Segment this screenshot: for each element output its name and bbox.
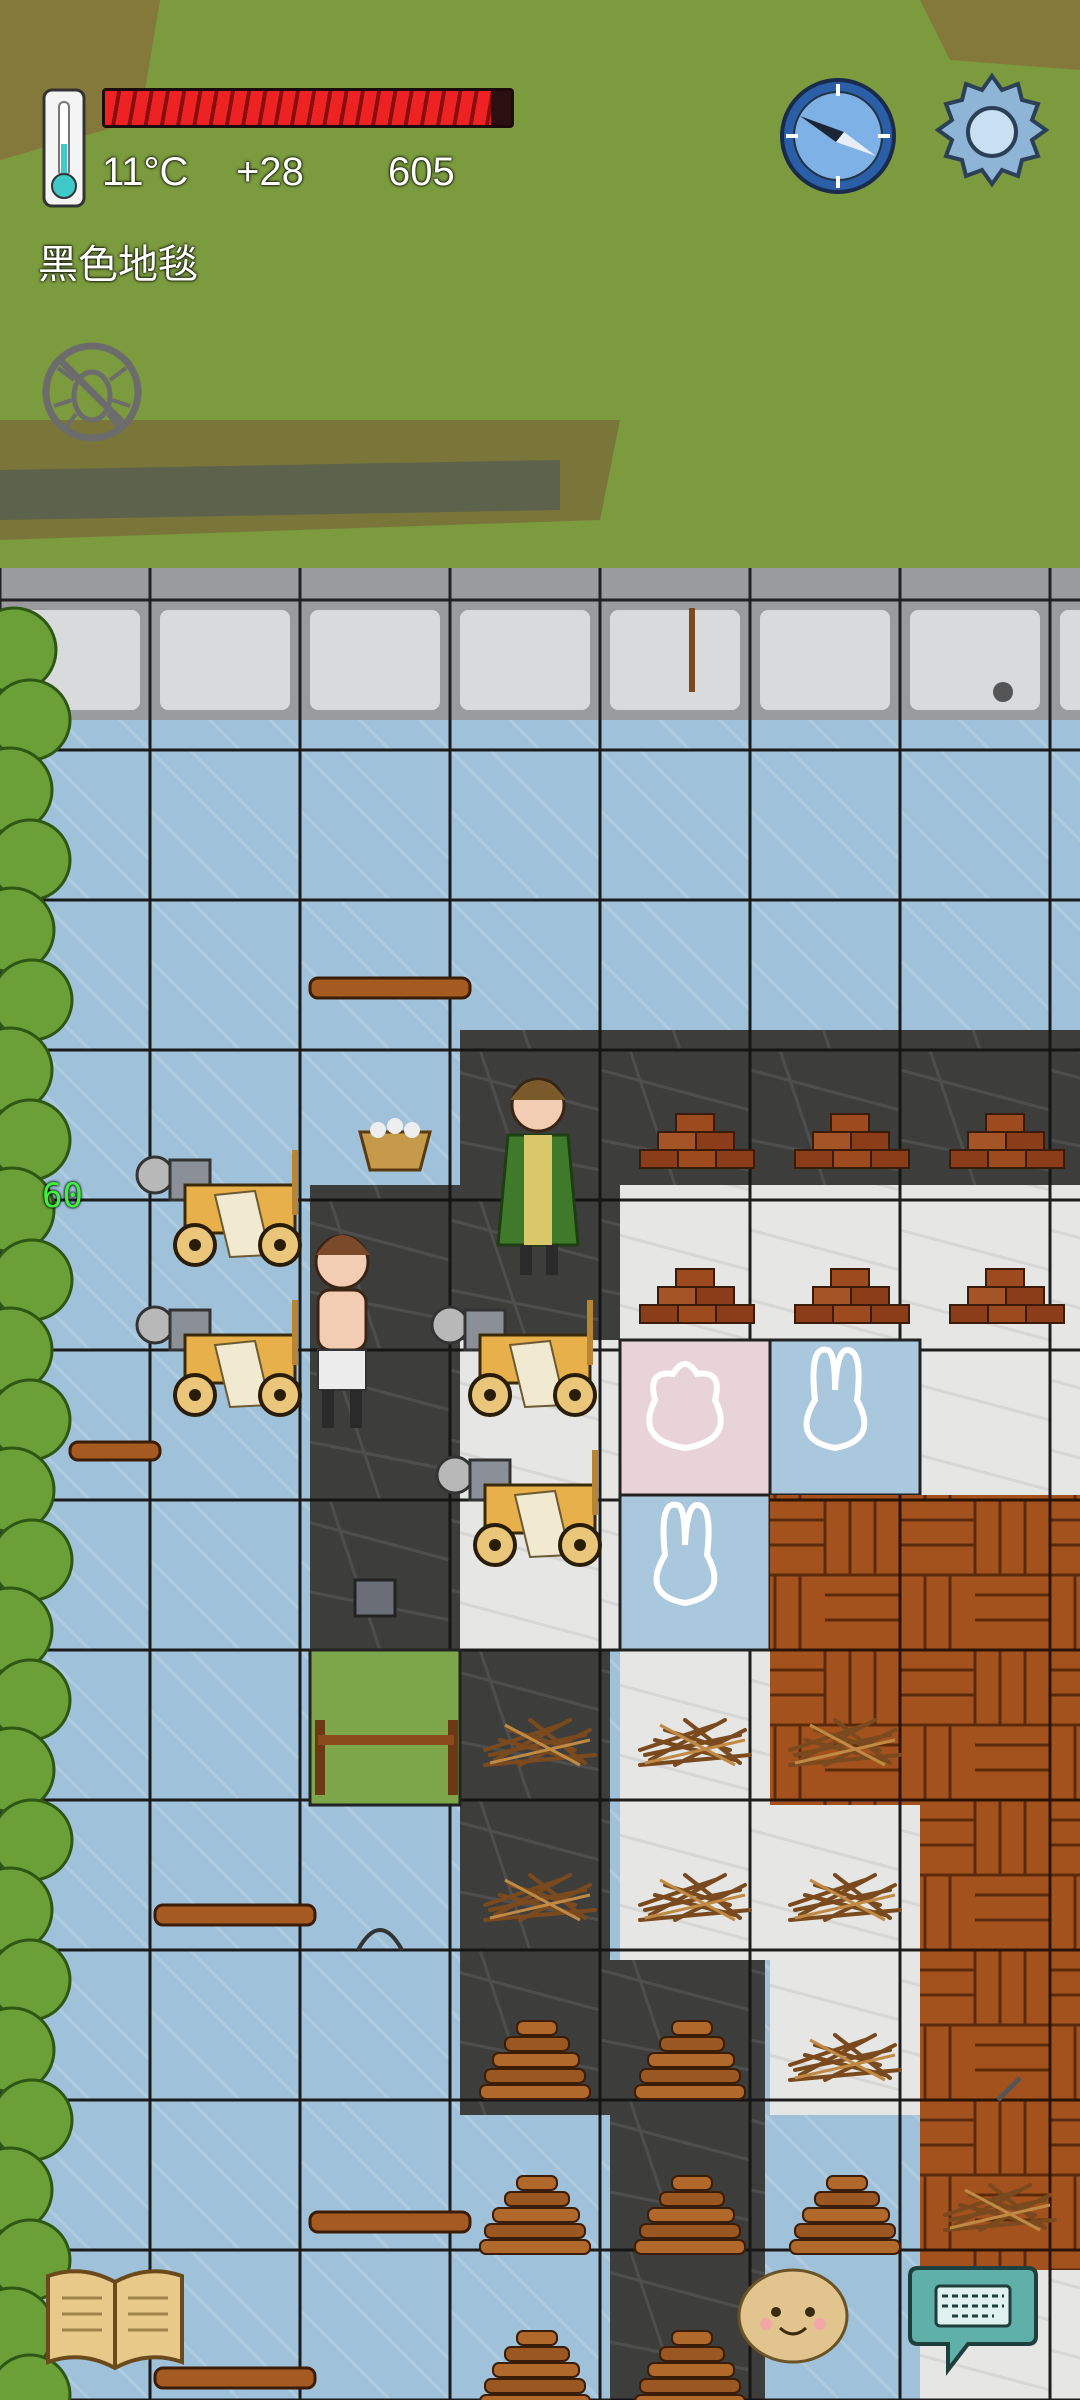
- thermometer-icon: [38, 86, 90, 214]
- compass-icon[interactable]: [778, 76, 898, 196]
- smiley-face-icon[interactable]: [736, 2262, 850, 2366]
- open-book-icon[interactable]: [42, 2262, 188, 2372]
- food-bonus-readout: +28: [236, 150, 304, 194]
- game-world[interactable]: [0, 0, 1080, 2400]
- stone-floor-row: [0, 568, 1080, 720]
- temperature-readout: 11°C: [102, 150, 189, 194]
- health-bar: [102, 88, 514, 128]
- held-item-label: 黑色地毯: [38, 243, 198, 287]
- health-bar-fill: [105, 91, 491, 125]
- no-mosquito-icon[interactable]: [40, 340, 144, 444]
- yum-count-readout: 605: [388, 150, 455, 194]
- fps-counter: 60: [42, 1176, 83, 1216]
- fence-grass-tile: [308, 1648, 462, 1807]
- gear-icon[interactable]: [930, 70, 1054, 194]
- keyboard-speech-bubble-icon[interactable]: [908, 2258, 1038, 2376]
